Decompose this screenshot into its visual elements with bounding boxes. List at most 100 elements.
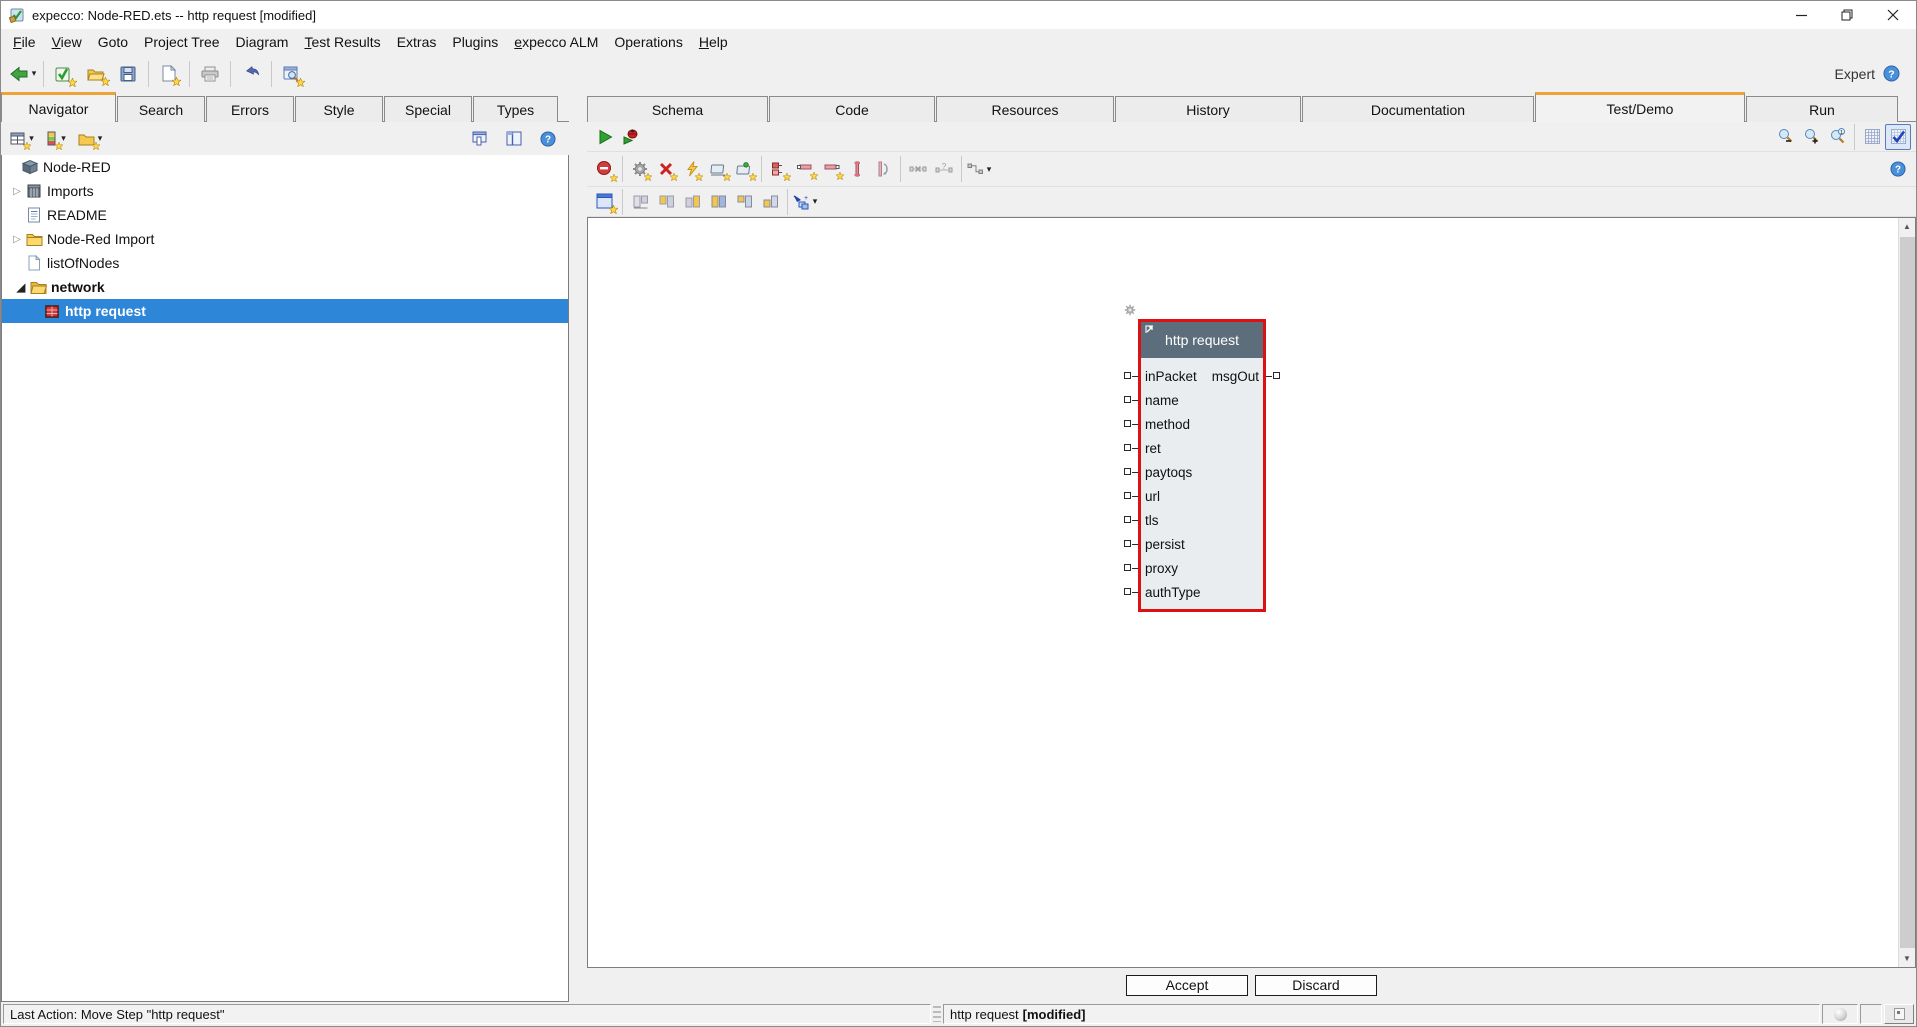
align-right-button[interactable] — [679, 189, 705, 215]
step-node-http-request[interactable]: http request inPacket msgOut name method… — [1138, 319, 1266, 612]
tab-test-demo[interactable]: Test/Demo — [1535, 92, 1745, 122]
tree-item-imports[interactable]: ▷ Imports — [2, 179, 568, 203]
accept-button[interactable]: Accept — [1126, 975, 1248, 996]
help-icon[interactable]: ? — [1883, 65, 1900, 82]
input-pin[interactable] — [1124, 468, 1131, 475]
open-button[interactable] — [80, 59, 112, 89]
menu-operations[interactable]: Operations — [606, 31, 690, 53]
find-tool-button[interactable] — [276, 59, 308, 89]
output-pin[interactable] — [1273, 372, 1280, 379]
pin-query-button[interactable]: ? — [931, 156, 957, 182]
distribute-v-button[interactable] — [731, 189, 757, 215]
align-left-button[interactable] — [627, 189, 653, 215]
status-indicator-button[interactable] — [1884, 1004, 1914, 1024]
tab-errors[interactable]: Errors — [206, 96, 294, 122]
tree-item-project[interactable]: Node-RED — [2, 155, 568, 179]
tab-code[interactable]: Code — [769, 96, 935, 122]
input-pin[interactable] — [1124, 420, 1131, 427]
panel-splitter[interactable] — [569, 92, 587, 1002]
tree-item-listofnodes[interactable]: listOfNodes — [2, 251, 568, 275]
add-block-new-button[interactable] — [731, 156, 757, 182]
pin-menu-button[interactable]: ▾ — [966, 156, 992, 182]
close-button[interactable] — [1870, 1, 1916, 29]
grid-snap-toggle[interactable] — [1885, 124, 1911, 150]
diagram-canvas[interactable]: http request inPacket msgOut name method… — [587, 217, 1916, 968]
minimize-button[interactable] — [1778, 1, 1824, 29]
split-window-button[interactable] — [498, 124, 530, 154]
scroll-down-icon[interactable]: ▼ — [1899, 950, 1915, 967]
zoom-out-button[interactable] — [1772, 124, 1798, 150]
pin-line-swap-button[interactable] — [870, 156, 896, 182]
add-block-button[interactable] — [705, 156, 731, 182]
new-window-button[interactable] — [592, 189, 618, 215]
open-diagram-arrow-icon[interactable] — [1145, 325, 1154, 334]
quick-action-button[interactable] — [679, 156, 705, 182]
input-pin[interactable] — [1124, 492, 1131, 499]
tree-item-readme[interactable]: README — [2, 203, 568, 227]
tab-style[interactable]: Style — [295, 96, 383, 122]
menu-test-results[interactable]: Test Results — [296, 31, 388, 53]
menu-plugins[interactable]: Plugins — [444, 31, 506, 53]
distribute-h-button[interactable] — [705, 189, 731, 215]
expander-collapsed-icon[interactable]: ▷ — [10, 234, 24, 245]
menu-view[interactable]: View — [44, 31, 90, 53]
new-column-button[interactable]: ▾ — [40, 124, 72, 154]
menu-diagram[interactable]: Diagram — [228, 31, 297, 53]
save-button[interactable] — [112, 59, 144, 89]
remove-step-button[interactable] — [592, 156, 618, 182]
tab-run[interactable]: Run — [1746, 96, 1898, 122]
tree-item-node-red-import[interactable]: ▷ Node-Red Import — [2, 227, 568, 251]
tab-schema[interactable]: Schema — [587, 96, 768, 122]
print-button[interactable] — [194, 59, 226, 89]
new-folder-button[interactable]: ▾ — [74, 124, 106, 154]
canvas-help-button[interactable]: ? — [1885, 156, 1911, 182]
input-pin[interactable] — [1124, 396, 1131, 403]
resize-same-button[interactable] — [757, 189, 783, 215]
delete-action-button[interactable] — [653, 156, 679, 182]
gear-action-button[interactable] — [627, 156, 653, 182]
debug-button[interactable] — [618, 124, 644, 150]
discard-button[interactable]: Discard — [1255, 975, 1377, 996]
node-header[interactable]: http request — [1141, 322, 1263, 358]
tab-documentation[interactable]: Documentation — [1302, 96, 1534, 122]
menu-project-tree[interactable]: Project Tree — [136, 31, 227, 53]
input-pin[interactable] — [1124, 540, 1131, 547]
undo-button[interactable] — [235, 59, 267, 89]
tree-item-http-request[interactable]: http request — [2, 299, 568, 323]
scroll-up-icon[interactable]: ▲ — [1899, 218, 1915, 235]
pin-line-button[interactable] — [844, 156, 870, 182]
canvas-vertical-scrollbar[interactable]: ▲ ▼ — [1898, 218, 1915, 967]
tab-resources[interactable]: Resources — [936, 96, 1114, 122]
new-document-button[interactable] — [153, 59, 185, 89]
tab-special[interactable]: Special — [384, 96, 472, 122]
play-button[interactable] — [592, 124, 618, 150]
expander-collapsed-icon[interactable]: ▷ — [10, 186, 24, 197]
input-pin[interactable] — [1124, 588, 1131, 595]
panel-help-button[interactable]: ? — [532, 124, 564, 154]
zoom-100-button[interactable]: 1 — [1824, 124, 1850, 150]
back-button[interactable]: ▾ — [7, 59, 39, 89]
tab-search[interactable]: Search — [117, 96, 205, 122]
add-input-pin-button[interactable] — [792, 156, 818, 182]
menu-help[interactable]: Help — [691, 31, 736, 53]
new-view-button[interactable]: ▾ — [6, 124, 38, 154]
new-step-button[interactable] — [766, 156, 792, 182]
statusbar-grip[interactable] — [933, 1006, 941, 1022]
detach-window-button[interactable] — [464, 124, 496, 154]
input-pin[interactable] — [1124, 516, 1131, 523]
menu-extras[interactable]: Extras — [389, 31, 445, 53]
grid-button[interactable] — [1859, 124, 1885, 150]
gear-icon[interactable] — [1124, 304, 1136, 316]
input-pin[interactable] — [1124, 444, 1131, 451]
menu-expecco-alm[interactable]: expecco ALM — [506, 31, 606, 53]
restore-button[interactable] — [1824, 1, 1870, 29]
tab-types[interactable]: Types — [473, 96, 558, 122]
tree-item-network[interactable]: ◢ network — [6, 275, 568, 299]
zoom-in-button[interactable] — [1798, 124, 1824, 150]
pin-delete-button[interactable] — [905, 156, 931, 182]
scrollbar-thumb[interactable] — [1900, 237, 1915, 948]
new-item-button[interactable] — [48, 59, 80, 89]
tab-history[interactable]: History — [1115, 96, 1301, 122]
menu-file[interactable]: File — [5, 31, 44, 53]
add-output-pin-button[interactable] — [818, 156, 844, 182]
